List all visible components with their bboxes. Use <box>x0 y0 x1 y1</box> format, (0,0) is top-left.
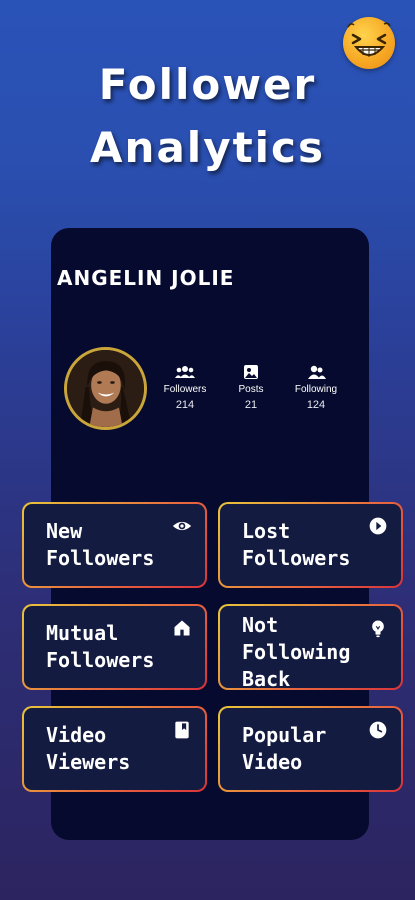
stat-label: Posts <box>238 384 264 395</box>
profile-avatar[interactable] <box>64 347 147 430</box>
tile-label: Mutual Followers <box>46 621 155 672</box>
app-title-line1: Follower <box>98 60 317 109</box>
photo-icon <box>221 363 281 381</box>
stat-value: 124 <box>306 399 326 411</box>
tile-label: Popular Video <box>242 723 327 774</box>
stat-value: 21 <box>244 399 258 411</box>
home-icon <box>171 617 193 639</box>
bookmark-icon <box>171 719 193 741</box>
stat-posts[interactable]: Posts 21 <box>221 363 281 411</box>
app-title-line2: Analytics <box>90 123 325 172</box>
mutual-followers-button[interactable]: Mutual Followers <box>22 604 207 690</box>
stat-value: 214 <box>175 399 195 411</box>
popular-video-button[interactable]: Popular Video <box>218 706 403 792</box>
video-viewers-button[interactable]: Video Viewers <box>22 706 207 792</box>
tile-label: Lost Followers <box>242 519 351 570</box>
play-circle-icon <box>367 515 389 537</box>
new-followers-button[interactable]: New Followers <box>22 502 207 588</box>
stat-followers[interactable]: Followers 214 <box>155 363 215 411</box>
profile-username: ANGELIN JOLIE <box>57 266 235 290</box>
eye-icon <box>171 515 193 537</box>
tile-label: New Followers <box>46 519 155 570</box>
lightbulb-icon <box>367 617 389 639</box>
user-group-icon <box>286 363 346 381</box>
stat-following[interactable]: Following 124 <box>286 363 346 411</box>
tile-label: Video Viewers <box>46 723 131 774</box>
stat-label: Following <box>294 384 338 395</box>
not-following-back-button[interactable]: Not Following Back <box>218 604 403 691</box>
stat-label: Followers <box>163 384 207 395</box>
clock-icon <box>367 719 389 741</box>
people-icon <box>155 363 215 381</box>
tile-label: Not Following Back <box>242 613 351 691</box>
lost-followers-button[interactable]: Lost Followers <box>218 502 403 588</box>
